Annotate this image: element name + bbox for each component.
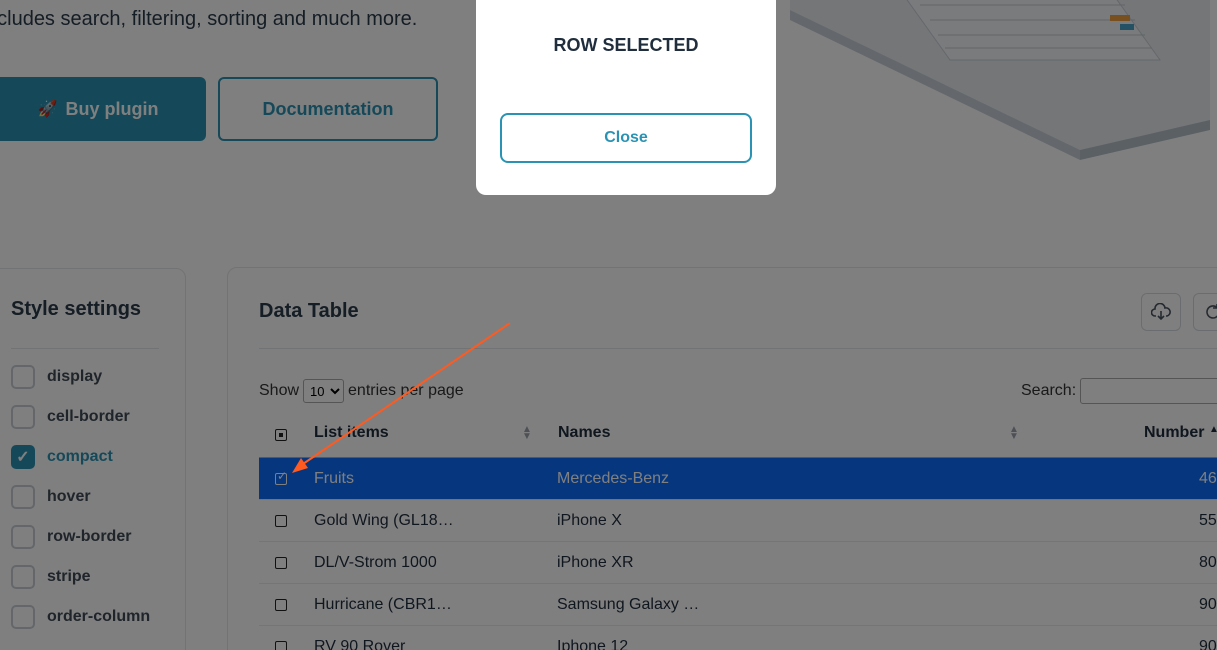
modal-title: ROW SELECTED bbox=[553, 35, 699, 55]
row-selected-modal: ROW SELECTED Close bbox=[476, 0, 776, 195]
close-button[interactable]: Close bbox=[500, 113, 752, 163]
